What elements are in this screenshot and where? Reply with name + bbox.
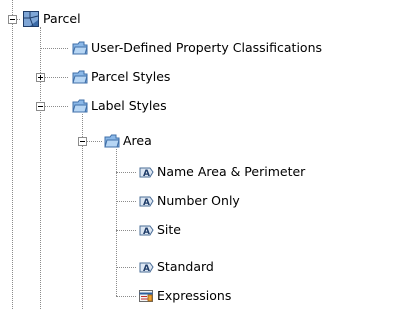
svg-text:A: A xyxy=(143,227,150,237)
collapse-toggle[interactable] xyxy=(36,102,45,111)
label-style-icon: A xyxy=(139,262,154,274)
folder-icon xyxy=(104,134,120,148)
expressions-icon xyxy=(139,290,153,302)
expand-toggle[interactable] xyxy=(36,73,45,82)
label-style-icon: A xyxy=(139,196,154,208)
tree-node-label[interactable]: Expressions xyxy=(155,288,233,304)
tree-node-label-parcel[interactable]: Parcel xyxy=(41,11,83,27)
folder-icon xyxy=(72,41,88,55)
tree-node-label[interactable]: Parcel Styles xyxy=(89,69,172,85)
tree-connector xyxy=(116,201,136,202)
tree-connector xyxy=(116,296,136,297)
svg-text:A: A xyxy=(143,169,150,179)
collapse-toggle[interactable] xyxy=(78,137,87,146)
parcel-icon xyxy=(23,11,39,27)
tree-node-label[interactable]: Standard xyxy=(155,259,216,275)
tree-connector xyxy=(12,0,13,309)
tree-node-label[interactable]: Label Styles xyxy=(89,98,169,114)
tree-connector xyxy=(40,48,68,49)
folder-icon xyxy=(72,70,88,84)
tree-node-label[interactable]: Area xyxy=(121,133,154,149)
parcel-tree-view[interactable]: Parcel User-Defined Property Classificat… xyxy=(0,0,397,309)
tree-connector xyxy=(116,230,136,231)
collapse-toggle[interactable] xyxy=(8,15,17,24)
folder-icon xyxy=(72,99,88,113)
tree-node-label[interactable]: Site xyxy=(155,222,183,238)
tree-node-label[interactable]: Name Area & Perimeter xyxy=(155,164,307,180)
label-style-icon: A xyxy=(139,167,154,179)
svg-text:A: A xyxy=(143,198,150,208)
tree-connector xyxy=(116,267,136,268)
tree-node-label[interactable]: Number Only xyxy=(155,193,242,209)
svg-text:A: A xyxy=(143,264,150,274)
tree-node-label[interactable]: User-Defined Property Classifications xyxy=(89,40,324,56)
label-style-icon: A xyxy=(139,225,154,237)
tree-connector xyxy=(40,27,41,309)
tree-connector xyxy=(116,172,136,173)
